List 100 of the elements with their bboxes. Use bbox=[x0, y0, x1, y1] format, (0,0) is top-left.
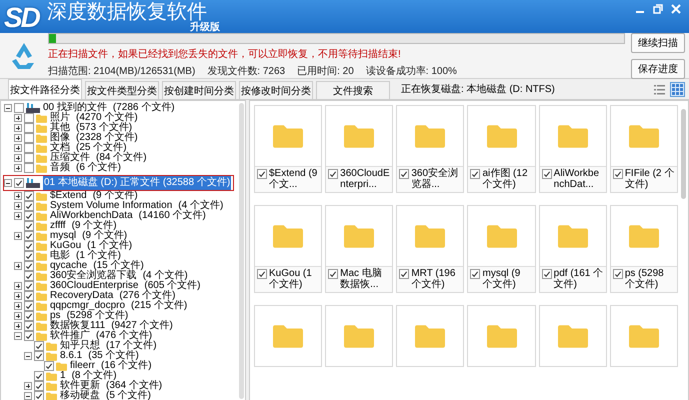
expand-toggle[interactable] bbox=[4, 104, 12, 112]
folder-tile[interactable]: MRT (196 个文件) bbox=[396, 205, 464, 293]
folder-tile[interactable]: ps (5298 个文件) bbox=[610, 205, 678, 293]
checkbox[interactable] bbox=[34, 351, 44, 361]
checkbox[interactable] bbox=[612, 169, 623, 179]
tree-item-label[interactable]: 知乎只想 bbox=[60, 341, 100, 351]
expand-toggle[interactable] bbox=[14, 144, 22, 152]
tree-item-label[interactable]: KuGou bbox=[50, 241, 82, 251]
checkbox[interactable] bbox=[14, 178, 24, 188]
checkbox[interactable] bbox=[24, 211, 34, 221]
checkbox[interactable] bbox=[34, 391, 44, 400]
folder-tile[interactable]: pdf (161 个文件) bbox=[538, 205, 607, 293]
scan-button[interactable]: 保存进度 bbox=[631, 58, 685, 78]
checkbox[interactable] bbox=[257, 269, 267, 279]
folder-tile[interactable]: 360CloudEnterpri... bbox=[325, 105, 394, 193]
tree-item-label[interactable]: 照片 bbox=[50, 113, 70, 123]
folder-tile[interactable]: 360安全浏览器... bbox=[396, 105, 464, 193]
checkbox[interactable] bbox=[24, 123, 34, 133]
checkbox[interactable] bbox=[328, 169, 338, 179]
folder-tile[interactable] bbox=[467, 305, 536, 367]
tree-item-label[interactable]: RecoveryData bbox=[50, 291, 114, 301]
checkbox[interactable] bbox=[24, 133, 34, 143]
expand-toggle[interactable] bbox=[14, 292, 22, 300]
checkbox[interactable] bbox=[24, 241, 34, 251]
checkbox[interactable] bbox=[24, 201, 34, 211]
checkbox[interactable] bbox=[24, 231, 34, 241]
folder-tile[interactable]: AliWorkbenchDat... bbox=[538, 105, 607, 193]
checkbox[interactable] bbox=[24, 113, 34, 123]
checkbox[interactable] bbox=[24, 301, 34, 311]
tab[interactable]: 按创建时间分类 bbox=[162, 81, 236, 99]
checkbox[interactable] bbox=[542, 269, 552, 279]
checkbox[interactable] bbox=[542, 169, 552, 179]
folder-tile[interactable]: $Extend (9 个文... bbox=[254, 105, 322, 193]
restore-icon[interactable] bbox=[653, 4, 663, 14]
scrollbar[interactable] bbox=[681, 109, 686, 199]
expand-toggle[interactable] bbox=[24, 382, 32, 390]
tree-item-label[interactable]: System Volume Information bbox=[50, 201, 172, 211]
checkbox[interactable] bbox=[257, 169, 267, 179]
checkbox[interactable] bbox=[470, 169, 480, 179]
expand-toggle[interactable] bbox=[14, 322, 22, 330]
tree-item-label[interactable]: ps bbox=[50, 311, 61, 321]
tab[interactable]: 按修改时间分类 bbox=[239, 81, 313, 99]
checkbox[interactable] bbox=[24, 311, 34, 321]
tab[interactable]: 按文件路径分类 bbox=[8, 79, 82, 99]
checkbox[interactable] bbox=[24, 191, 34, 201]
checkbox[interactable] bbox=[44, 361, 54, 371]
tree-item-label[interactable]: $Extend bbox=[50, 191, 87, 201]
expand-toggle[interactable] bbox=[14, 134, 22, 142]
tree-item-label[interactable]: 电影 bbox=[50, 251, 70, 261]
folder-tile[interactable]: KuGou (1 个文件) bbox=[254, 205, 322, 293]
expand-toggle[interactable] bbox=[14, 332, 22, 340]
checkbox[interactable] bbox=[24, 251, 34, 261]
expand-toggle[interactable] bbox=[14, 232, 22, 240]
folder-tile[interactable]: ai作图 (12 个文件) bbox=[467, 105, 536, 193]
expand-toggle[interactable] bbox=[24, 392, 32, 400]
expand-toggle[interactable] bbox=[14, 164, 22, 172]
tree-item-label[interactable]: 其他 bbox=[50, 123, 70, 133]
checkbox[interactable] bbox=[328, 269, 338, 279]
folder-tile[interactable] bbox=[396, 305, 464, 367]
expand-toggle[interactable] bbox=[14, 154, 22, 162]
expand-toggle[interactable] bbox=[14, 124, 22, 132]
expand-toggle[interactable] bbox=[14, 282, 22, 290]
tree-item-label[interactable]: 1 bbox=[60, 371, 66, 381]
tab[interactable]: 按文件类型分类 bbox=[85, 81, 159, 99]
scrollbar[interactable] bbox=[239, 103, 244, 399]
tree-item-label[interactable]: 软件推广 bbox=[50, 331, 90, 341]
tree-item-label[interactable]: 图像 bbox=[50, 133, 70, 143]
expand-toggle[interactable] bbox=[14, 114, 22, 122]
tree-item-label[interactable]: qqpcmgr_docpro bbox=[50, 301, 126, 311]
folder-tile[interactable]: FIFile (2 个文件) bbox=[610, 105, 678, 193]
expand-toggle[interactable] bbox=[14, 202, 22, 210]
expand-toggle[interactable] bbox=[14, 262, 22, 270]
checkbox[interactable] bbox=[24, 221, 34, 231]
grid-view-button[interactable] bbox=[670, 82, 685, 96]
checkbox[interactable] bbox=[24, 271, 34, 281]
folder-tile[interactable] bbox=[610, 305, 678, 367]
scan-button[interactable]: 继续扫描 bbox=[631, 32, 685, 52]
expand-toggle[interactable] bbox=[4, 179, 12, 187]
expand-toggle[interactable] bbox=[14, 302, 22, 310]
checkbox[interactable] bbox=[34, 371, 44, 381]
expand-toggle[interactable] bbox=[24, 352, 32, 360]
checkbox[interactable] bbox=[34, 381, 44, 391]
checkbox[interactable] bbox=[399, 169, 410, 179]
tree-item-label[interactable]: 360CloudEnterprise bbox=[50, 281, 138, 291]
checkbox[interactable] bbox=[24, 281, 34, 291]
checkbox[interactable] bbox=[24, 321, 34, 331]
folder-tile[interactable]: Mac 电脑数据恢... bbox=[325, 205, 394, 293]
expand-toggle[interactable] bbox=[14, 312, 22, 320]
tree-item-label[interactable]: 8.6.1 bbox=[60, 351, 82, 361]
expand-toggle[interactable] bbox=[14, 212, 22, 220]
tab[interactable]: 文件搜索 bbox=[316, 81, 390, 99]
tree-item-label[interactable]: 压缩文件 bbox=[50, 153, 90, 163]
checkbox[interactable] bbox=[24, 143, 34, 153]
checkbox[interactable] bbox=[24, 153, 34, 163]
tree-item-label[interactable]: 软件更新 bbox=[60, 381, 100, 391]
checkbox[interactable] bbox=[24, 291, 34, 301]
folder-tile[interactable] bbox=[538, 305, 607, 367]
folder-tile[interactable] bbox=[254, 305, 322, 367]
tree-item-label[interactable]: 00 找到的文件 bbox=[43, 103, 107, 113]
tree-item-label[interactable]: qycache bbox=[50, 261, 88, 271]
